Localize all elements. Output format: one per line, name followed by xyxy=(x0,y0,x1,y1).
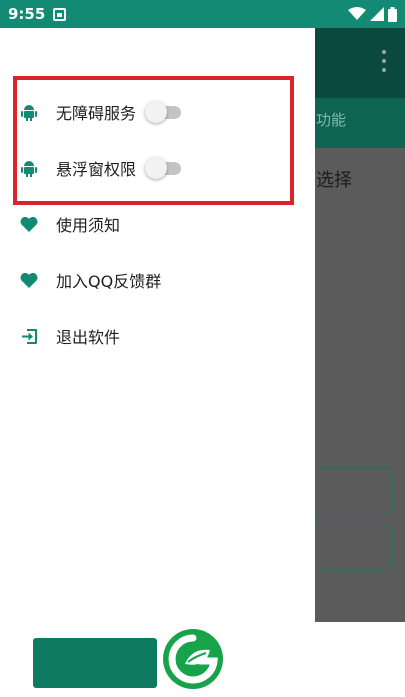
drawer-item-label: 加入QQ反馈群 xyxy=(56,272,162,291)
status-bar: 9:55 xyxy=(0,0,405,28)
drawer-item-join-qq-group[interactable]: 加入QQ反馈群 xyxy=(0,260,315,300)
status-indicators xyxy=(348,6,397,22)
leaf-logo-icon xyxy=(163,629,223,689)
wifi-icon xyxy=(348,7,366,20)
battery-icon xyxy=(388,6,397,22)
app-tab-label[interactable]: 功能 xyxy=(316,109,346,130)
heart-icon xyxy=(20,271,38,289)
screen: 9:55 功能 选择 ̄ xyxy=(0,0,405,697)
app-input-1[interactable] xyxy=(310,468,393,514)
app-input-2[interactable] xyxy=(310,525,393,571)
status-time: 9:55 xyxy=(8,5,46,23)
exit-icon xyxy=(20,327,38,345)
app-option-text: 选择 xyxy=(316,170,352,191)
overflow-menu-icon[interactable] xyxy=(381,50,387,72)
bottom-green-button[interactable] xyxy=(33,638,157,688)
drawer-item-usage-notice[interactable]: 使用须知 xyxy=(0,204,315,244)
drawer-item-label: 退出软件 xyxy=(56,328,121,347)
drawer-item-label: 使用须知 xyxy=(56,216,121,235)
highlight-box xyxy=(13,76,294,205)
heart-icon xyxy=(20,215,38,233)
drawer-item-exit-app[interactable]: 退出软件 xyxy=(0,316,315,356)
notification-icon xyxy=(53,7,67,21)
signal-icon xyxy=(370,7,384,21)
